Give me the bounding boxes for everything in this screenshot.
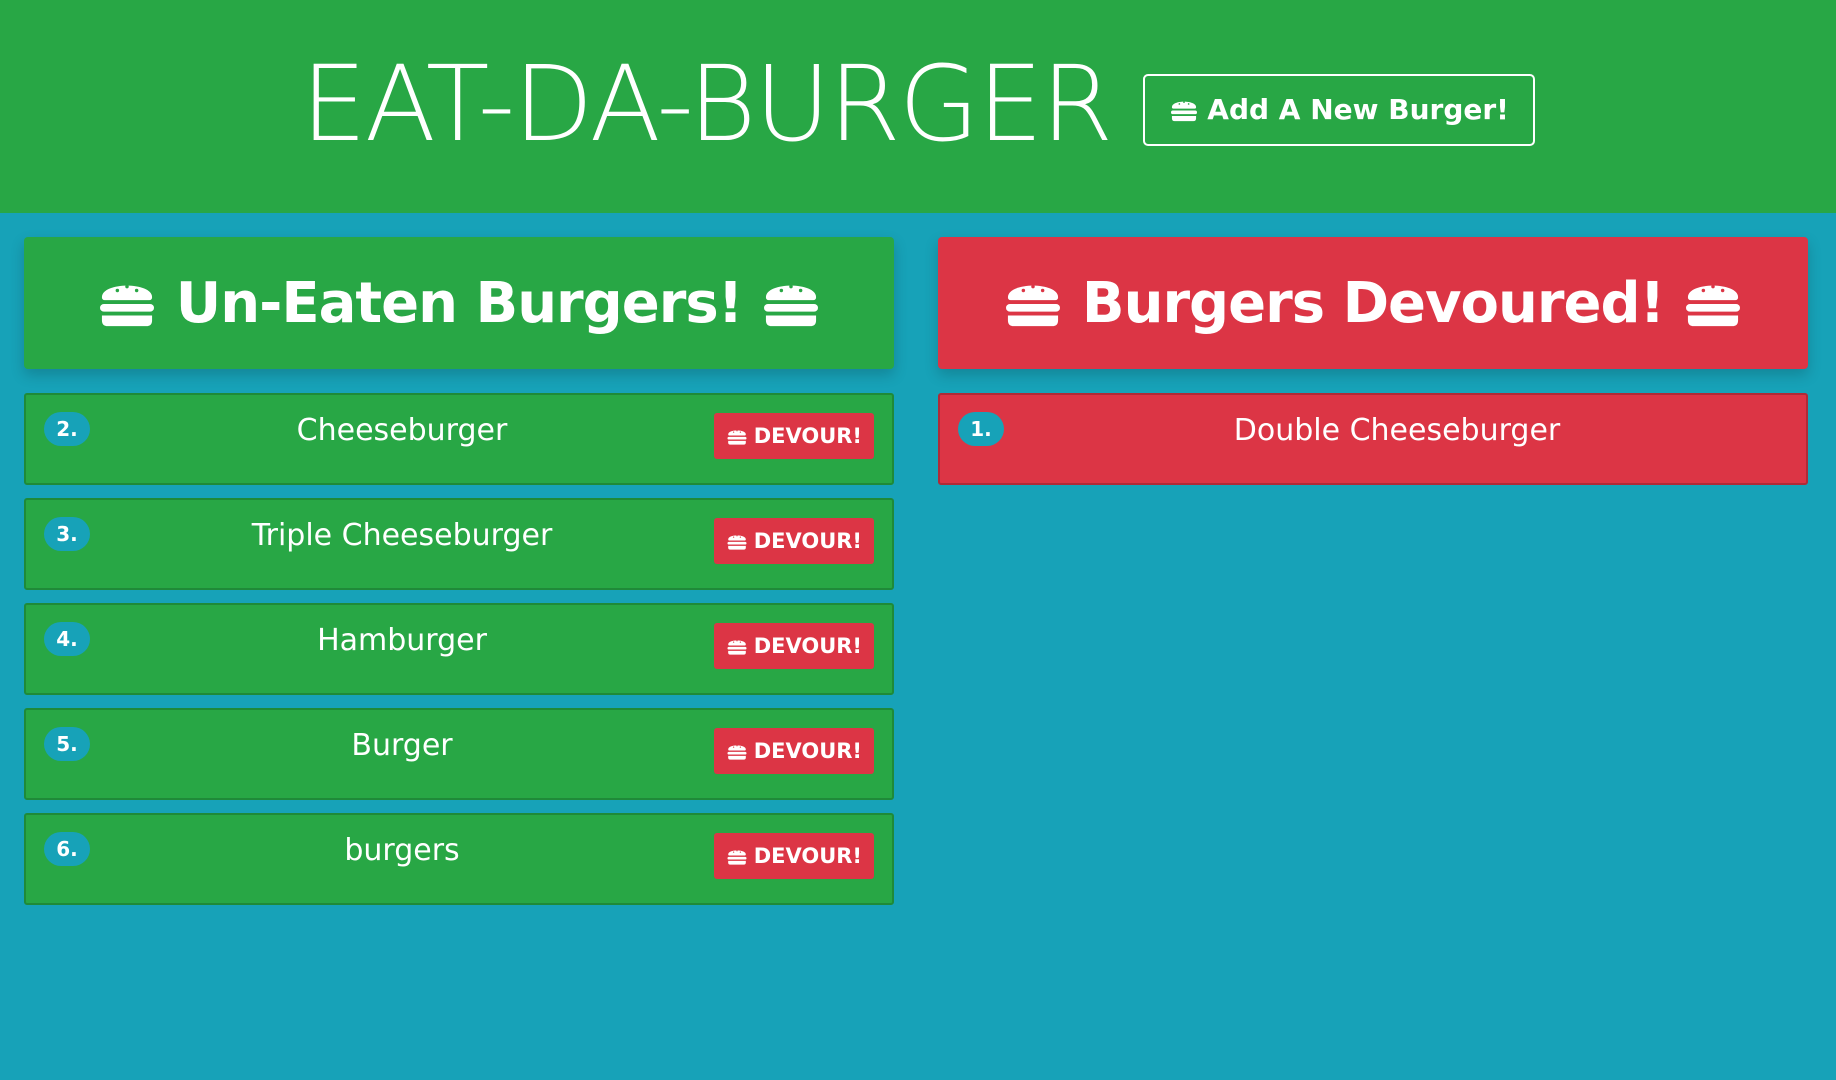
- hamburger-icon: [1002, 276, 1064, 330]
- hamburger-icon: [96, 276, 158, 330]
- devour-button-label: DEVOUR!: [753, 739, 862, 763]
- burger-name: burgers: [344, 833, 460, 868]
- burger-name: Triple Cheeseburger: [251, 518, 553, 553]
- list-item: 1. Double Cheeseburger: [938, 393, 1808, 485]
- hamburger-icon: [726, 637, 748, 656]
- hamburger-icon: [726, 532, 748, 551]
- devour-button-label: DEVOUR!: [753, 529, 862, 553]
- site-title: EAT-DA-BURGER: [301, 42, 1113, 165]
- list-item: 3. Triple Cheeseburger DEVOUR!: [24, 498, 894, 590]
- burger-name: Double Cheeseburger: [1233, 413, 1561, 448]
- hamburger-icon: [726, 427, 748, 446]
- uneaten-title: Un-Eaten Burgers!: [175, 270, 743, 336]
- devour-button[interactable]: DEVOUR!: [713, 833, 874, 879]
- hamburger-icon: [1682, 276, 1744, 330]
- devoured-column: Burgers Devoured! 1. Double Cheeseburger: [938, 237, 1808, 485]
- devour-button[interactable]: DEVOUR!: [713, 728, 874, 774]
- devoured-list: 1. Double Cheeseburger: [938, 393, 1808, 485]
- hamburger-icon: [726, 742, 748, 761]
- uneaten-list: 2. Cheeseburger DEVOUR! 3. Triple Cheese…: [24, 393, 894, 905]
- list-item: 4. Hamburger DEVOUR!: [24, 603, 894, 695]
- devour-button[interactable]: DEVOUR!: [713, 623, 874, 669]
- add-new-burger-button[interactable]: Add A New Burger!: [1143, 73, 1535, 146]
- hamburger-icon: [760, 276, 822, 330]
- burger-name: Cheeseburger: [296, 413, 508, 448]
- devour-button-label: DEVOUR!: [753, 634, 862, 658]
- devour-button-label: DEVOUR!: [753, 424, 862, 448]
- devour-button[interactable]: DEVOUR!: [713, 413, 874, 459]
- list-item: 5. Burger DEVOUR!: [24, 708, 894, 800]
- devour-button-label: DEVOUR!: [753, 844, 862, 868]
- list-item: 6. burgers DEVOUR!: [24, 813, 894, 905]
- burger-name: Burger: [351, 728, 453, 763]
- devoured-header: Burgers Devoured!: [938, 237, 1808, 369]
- hamburger-icon: [726, 847, 748, 866]
- devoured-title: Burgers Devoured!: [1081, 270, 1665, 336]
- header-content: EAT-DA-BURGER Add A New Burger!: [301, 52, 1535, 156]
- page-header: EAT-DA-BURGER Add A New Burger!: [0, 0, 1836, 213]
- add-button-label: Add A New Burger!: [1207, 93, 1509, 126]
- burger-name: Hamburger: [317, 623, 487, 658]
- hamburger-icon: [1169, 97, 1199, 123]
- list-item: 2. Cheeseburger DEVOUR!: [24, 393, 894, 485]
- uneaten-header: Un-Eaten Burgers!: [24, 237, 894, 369]
- uneaten-column: Un-Eaten Burgers! 2. Cheeseburger DEVOUR…: [24, 237, 894, 905]
- devour-button[interactable]: DEVOUR!: [713, 518, 874, 564]
